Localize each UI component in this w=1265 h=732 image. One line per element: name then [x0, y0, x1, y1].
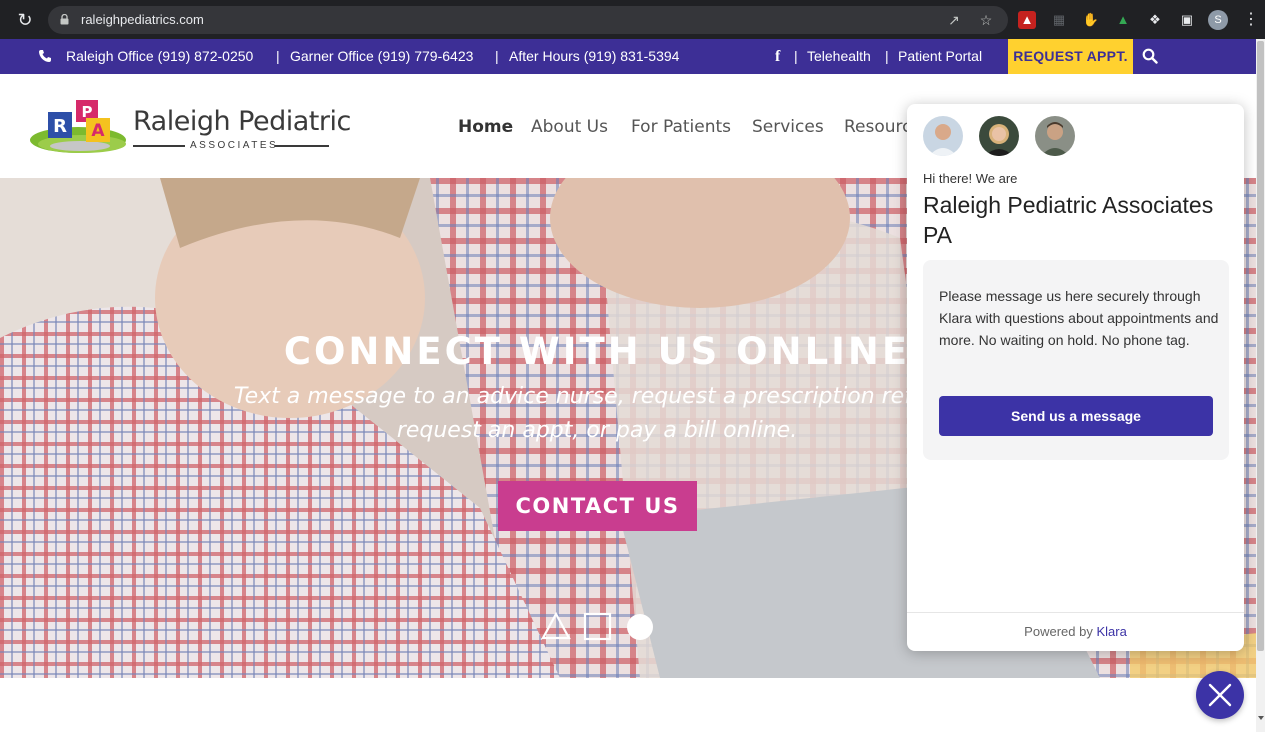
contact-bar: Raleigh Office (919) 872-0250 | Garner O… [0, 39, 1256, 74]
logo-rule [275, 145, 329, 147]
klara-chat-widget: Hi there! We are Raleigh Pediatric Assoc… [907, 104, 1244, 651]
separator: | [885, 48, 889, 64]
chat-greeting: Hi there! We are [923, 171, 1018, 186]
chat-message-card: Please message us here securely through … [923, 260, 1229, 460]
browser-toolbar: ↻ raleighpediatrics.com ↗ ☆ ▲ ▦ ✋ ▲ ❖ ▣ … [0, 0, 1265, 39]
site-logo[interactable]: R P A Raleigh Pediatric ASSOCIATES [30, 98, 351, 158]
chat-footer: Powered by Klara [907, 612, 1244, 651]
phone-icon [39, 50, 51, 62]
slider-pagination [541, 612, 653, 641]
browser-menu-icon[interactable]: ⋮ [1243, 9, 1259, 31]
profile-avatar[interactable]: S [1208, 10, 1228, 30]
hero-subtitle: Text a message to an advice nurse, reque… [233, 384, 961, 443]
patient-portal-link[interactable]: Patient Portal [898, 48, 982, 64]
search-icon[interactable] [1142, 48, 1158, 64]
after-hours-phone[interactable]: After Hours (919) 831-5394 [509, 48, 679, 64]
send-message-button[interactable]: Send us a message [939, 396, 1213, 436]
share-icon[interactable]: ↗ [946, 12, 962, 28]
facebook-icon[interactable]: f [775, 48, 780, 66]
separator: | [794, 48, 798, 64]
lock-icon [60, 14, 69, 25]
separator: | [495, 48, 499, 64]
logo-blocks-graphic: R P A [30, 100, 126, 153]
nav-services[interactable]: Services [752, 117, 824, 137]
nav-home[interactable]: Home [458, 117, 513, 137]
separator: | [276, 48, 280, 64]
nav-about-us[interactable]: About Us [531, 117, 608, 137]
address-bar[interactable]: raleighpediatrics.com ↗ ☆ [48, 6, 1008, 34]
logo-block-p: P [82, 103, 93, 121]
arrow-extension-icon[interactable]: ▲ [1114, 11, 1132, 29]
scroll-down-arrow-icon[interactable] [1258, 716, 1264, 720]
logo-name: Raleigh Pediatric [133, 106, 351, 137]
reload-icon[interactable]: ↻ [14, 9, 36, 31]
chat-title: Raleigh Pediatric Associates PA [923, 192, 1214, 248]
klara-link[interactable]: Klara [1096, 624, 1126, 639]
logo-block-a: A [91, 121, 105, 141]
url-text: raleighpediatrics.com [81, 12, 204, 27]
side-panel-icon[interactable]: ▣ [1178, 11, 1196, 29]
logo-block-r: R [53, 116, 67, 137]
slide-square-icon[interactable] [583, 612, 612, 641]
request-appt-button[interactable]: REQUEST APPT. [1008, 39, 1133, 74]
logo-subtitle: ASSOCIATES [190, 140, 279, 151]
chat-message-text: Please message us here securely through … [939, 288, 1219, 348]
thumb-extension-icon[interactable]: ✋ [1082, 11, 1100, 29]
page-scrollbar[interactable] [1256, 39, 1265, 732]
staff-avatar [923, 116, 963, 156]
logo-rule [133, 145, 185, 147]
bookmark-star-icon[interactable]: ☆ [978, 12, 994, 28]
telehealth-link[interactable]: Telehealth [807, 48, 871, 64]
close-icon [1208, 683, 1232, 707]
scrollbar-thumb[interactable] [1257, 41, 1264, 651]
raleigh-office-phone[interactable]: Raleigh Office (919) 872-0250 [66, 48, 253, 64]
garner-office-phone[interactable]: Garner Office (919) 779-6423 [290, 48, 473, 64]
pdf-extension-icon[interactable]: ▲ [1018, 11, 1036, 29]
extensions-puzzle-icon[interactable]: ❖ [1146, 11, 1164, 29]
contact-us-button[interactable]: CONTACT US [498, 481, 697, 531]
grid-extension-icon[interactable]: ▦ [1050, 11, 1068, 29]
slide-triangle-icon[interactable] [541, 612, 571, 640]
powered-by-text: Powered by [1024, 624, 1093, 639]
close-chat-button[interactable] [1196, 671, 1244, 719]
nav-resources[interactable]: Resourc [844, 117, 912, 137]
slide-circle-icon[interactable] [627, 614, 653, 640]
staff-avatar [979, 116, 1019, 156]
staff-avatar [1035, 116, 1075, 156]
nav-for-patients[interactable]: For Patients [631, 117, 731, 137]
